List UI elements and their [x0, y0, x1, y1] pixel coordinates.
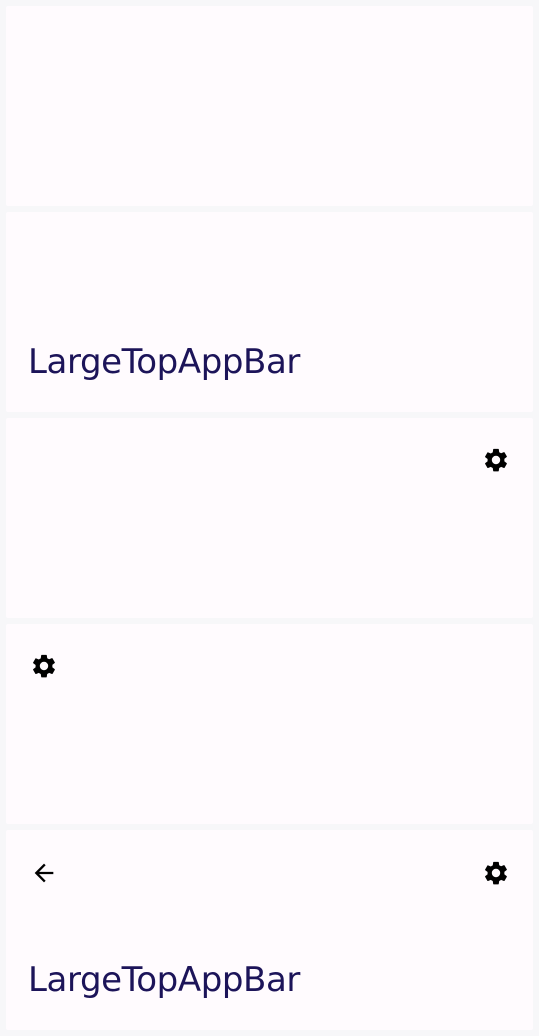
top-app-bar-title-only: LargeTopAppBar — [6, 212, 533, 412]
app-bar-title: LargeTopAppBar — [28, 960, 300, 1000]
arrow-back-icon[interactable] — [30, 859, 58, 887]
app-bar-title: LargeTopAppBar — [28, 342, 300, 382]
settings-icon[interactable] — [482, 446, 510, 474]
top-app-bar-action-only — [6, 418, 533, 618]
settings-icon[interactable] — [30, 652, 58, 680]
top-app-bar-full: LargeTopAppBar — [6, 830, 533, 1030]
top-app-bar-empty — [6, 6, 533, 206]
top-app-bar-navigation-only — [6, 624, 533, 824]
settings-icon[interactable] — [482, 859, 510, 887]
